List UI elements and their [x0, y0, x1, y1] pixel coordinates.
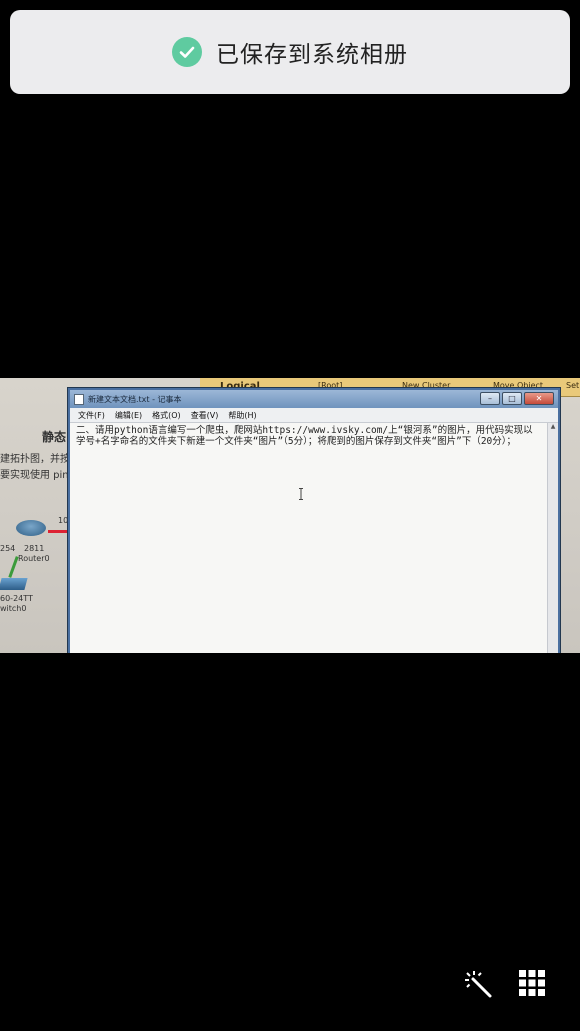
router-name: Router0 [18, 554, 50, 563]
minimize-button[interactable]: – [480, 392, 500, 405]
close-button[interactable]: ✕ [524, 392, 554, 405]
menu-bar: 文件(F) 编辑(E) 格式(O) 查看(V) 帮助(H) [70, 408, 558, 423]
router-model: 2811 [24, 544, 45, 553]
menu-file[interactable]: 文件(F) [78, 410, 105, 421]
vertical-scrollbar[interactable]: ▲ [547, 423, 558, 653]
network-link-red [48, 530, 70, 533]
menu-help[interactable]: 帮助(H) [228, 410, 256, 421]
bg-text-static: 静态 [42, 430, 67, 444]
toolbar-set: Set [566, 381, 580, 390]
switch-icon [0, 578, 28, 590]
check-circle-icon [172, 37, 202, 67]
notepad-icon [74, 393, 84, 405]
menu-edit[interactable]: 编辑(E) [115, 410, 142, 421]
toast-message: 已保存到系统相册 [216, 42, 408, 68]
switch-name: witch0 [0, 604, 27, 613]
photo-preview: Logical [Root] New Cluster Move Object S… [0, 378, 580, 653]
bg-ip-254: 254 [0, 544, 16, 553]
text-editor[interactable]: 二、请用python语言编写一个爬虫，爬网站https://www.ivsky.… [70, 423, 546, 653]
grid-icon[interactable] [515, 966, 549, 1000]
window-titlebar[interactable]: 新建文本文档.txt - 记事本 – □ ✕ [70, 390, 558, 408]
scroll-up-icon[interactable]: ▲ [548, 423, 558, 433]
menu-view[interactable]: 查看(V) [191, 410, 219, 421]
router-icon [16, 520, 46, 536]
bg-text-line1: 建拓扑图，并按 [0, 454, 70, 465]
save-toast: 已保存到系统相册 [10, 10, 570, 94]
notepad-window: 新建文本文档.txt - 记事本 – □ ✕ 文件(F) 编辑(E) 格式(O)… [68, 388, 560, 653]
menu-format[interactable]: 格式(O) [152, 410, 181, 421]
maximize-button[interactable]: □ [502, 392, 522, 405]
bg-text-line2: 要实现使用 pin [0, 470, 69, 481]
switch-model: 60-24TT [0, 594, 33, 603]
window-title: 新建文本文档.txt - 记事本 [88, 394, 182, 404]
ibeam-cursor-icon [299, 488, 303, 500]
magic-wand-icon[interactable] [460, 966, 494, 1000]
